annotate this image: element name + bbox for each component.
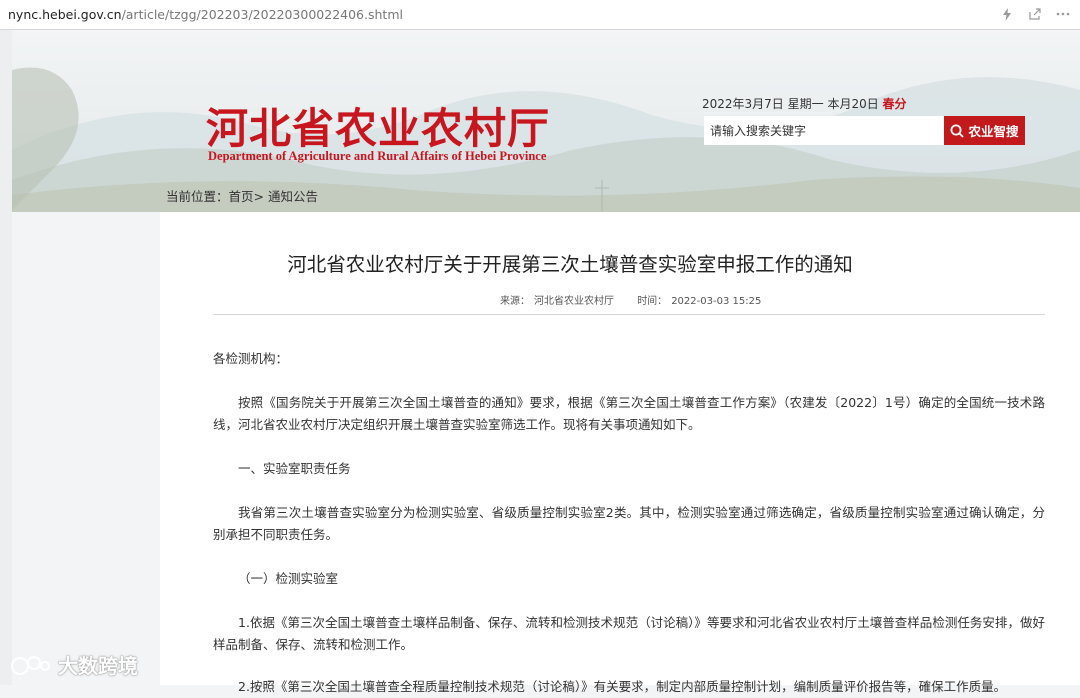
share-icon[interactable] <box>1028 6 1042 22</box>
site-logo-chinese[interactable]: 河北省农业农村厅 <box>206 95 550 156</box>
date-display: 2022年3月7日 星期一 本月20日 春分 <box>702 95 907 112</box>
breadcrumb-separator: > <box>253 189 268 204</box>
breadcrumb: 当前位置：首页> 通知公告 <box>166 186 318 205</box>
time-value: 2022-03-03 15:25 <box>671 296 762 307</box>
breadcrumb-current-link[interactable]: 通知公告 <box>268 189 318 204</box>
url-host: nync.hebei.gov.cn <box>8 7 122 22</box>
section-heading-1: 一、实验室职责任务 <box>238 461 351 476</box>
search-button[interactable]: 农业智搜 <box>944 116 1025 145</box>
breadcrumb-home-link[interactable]: 首页 <box>229 189 254 204</box>
date-text: 2022年3月7日 星期一 本月20日 <box>702 97 883 111</box>
url-path: /article/tzgg/202203/20220300022406.shtm… <box>121 7 403 22</box>
watermark: 大数跨境 <box>10 650 138 679</box>
search-input[interactable] <box>704 116 944 145</box>
lightning-icon[interactable] <box>1000 6 1014 22</box>
site-logo-english: Department of Agriculture and Rural Affa… <box>208 149 547 163</box>
title-divider <box>213 314 1045 315</box>
browser-address-bar[interactable]: nync.hebei.gov.cn/article/tzgg/202203/20… <box>0 0 1080 30</box>
article-title: 河北省农业农村厅关于开展第三次土壤普查实验室申报工作的通知 <box>287 253 853 276</box>
article-meta: 来源： 河北省农业农村厅 时间： 2022-03-03 15:25 <box>500 292 765 307</box>
solar-term: 春分 <box>882 97 907 111</box>
page-left-margin <box>0 30 12 685</box>
paragraph-2: 我省第三次土壤普查实验室分为检测实验室、省级质量控制实验室2类。其中，检测实验室… <box>213 505 1045 542</box>
paragraph-1: 按照《国务院关于开展第三次全国土壤普查的通知》要求，根据《第三次全国土壤普查工作… <box>213 395 1045 432</box>
search-icon <box>950 124 965 138</box>
breadcrumb-prefix: 当前位置： <box>166 189 229 204</box>
watermark-text: 大数跨境 <box>58 654 138 678</box>
time-label: 时间： <box>637 296 668 307</box>
source-label: 来源： <box>500 296 530 307</box>
paragraph-4: 2.按照《第三次全国土壤普查全程质量控制技术规范（讨论稿）》有关要求，制定内部质… <box>238 679 1007 694</box>
source-value: 河北省农业农村厅 <box>534 296 614 307</box>
salutation: 各检测机构： <box>213 351 289 366</box>
more-icon[interactable] <box>1056 6 1070 22</box>
watermark-logo-icon <box>11 655 50 675</box>
search-button-label: 农业智搜 <box>968 124 1019 139</box>
url-text[interactable]: nync.hebei.gov.cn/article/tzgg/202203/20… <box>8 7 403 22</box>
subsection-heading-1: （一）检测实验室 <box>238 571 339 586</box>
paragraph-3: 1.依据《第三次全国土壤普查土壤样品制备、保存、流转和检测技术规范（讨论稿）》等… <box>213 615 1045 652</box>
